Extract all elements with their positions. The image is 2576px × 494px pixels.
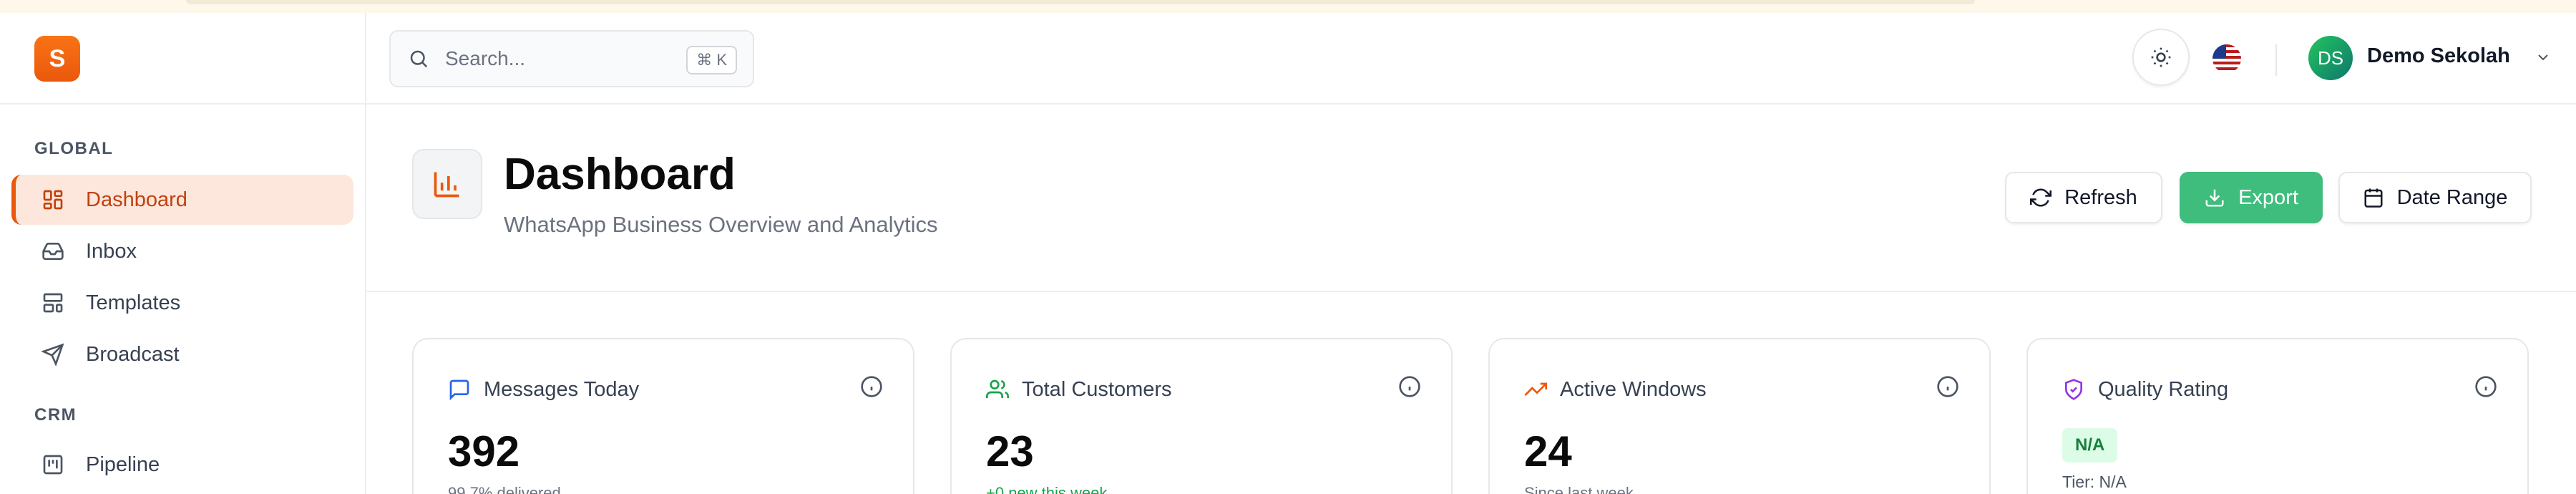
sidebar-section-global: GLOBAL: [34, 139, 114, 158]
dashboard-icon: [40, 187, 66, 213]
chevron-down-icon[interactable]: [2534, 49, 2552, 69]
bar-chart-icon: [412, 149, 482, 219]
refresh-label: Refresh: [2064, 185, 2137, 209]
top-bar: Search... ⌘ K DS Demo Sekolah: [366, 13, 2576, 105]
sidebar-item-inbox[interactable]: Inbox: [11, 226, 353, 276]
sidebar-item-templates[interactable]: Templates: [11, 278, 353, 328]
card-subtext: +0 new this week: [986, 484, 1108, 494]
info-icon[interactable]: [2474, 375, 2497, 402]
trending-up-icon: [1524, 378, 1547, 401]
sidebar-item-label: Dashboard: [86, 188, 187, 211]
sidebar-item-label: Templates: [86, 291, 181, 314]
sidebar-item-dashboard[interactable]: Dashboard: [11, 175, 353, 225]
status-badge: N/A: [2062, 428, 2118, 462]
tier-label: Tier: N/A: [2062, 473, 2127, 491]
announcement-strip: [0, 0, 2576, 13]
export-button[interactable]: Export: [2180, 172, 2323, 223]
export-label: Export: [2238, 185, 2298, 209]
stat-card-quality-rating: Quality Rating N/A Tier: N/A: [2026, 338, 2529, 494]
page-header: Dashboard WhatsApp Business Overview and…: [366, 105, 2576, 292]
stat-card-active-windows: Active Windows 24 Since last week: [1488, 338, 1991, 494]
card-title: Messages Today: [484, 378, 640, 401]
us-flag-icon[interactable]: [2212, 44, 2241, 73]
sidebar-section-crm: CRM: [34, 405, 77, 425]
users-icon: [986, 378, 1009, 401]
sidebar-logo-row: S: [0, 13, 365, 105]
stat-card-total-customers: Total Customers 23 +0 new this week: [950, 338, 1453, 494]
card-title: Active Windows: [1560, 378, 1707, 401]
theme-toggle-button[interactable]: [2132, 29, 2190, 86]
sidebar: S GLOBAL Dashboard Inbox Templates Broad…: [0, 13, 366, 494]
user-name[interactable]: Demo Sekolah: [2367, 44, 2510, 68]
search-shortcut-badge: ⌘ K: [686, 46, 737, 74]
app-logo[interactable]: S: [34, 36, 80, 82]
shield-check-icon: [2062, 378, 2085, 401]
card-title: Total Customers: [1022, 378, 1172, 401]
date-range-button[interactable]: Date Range: [2338, 172, 2532, 223]
card-value: 392: [448, 427, 520, 475]
card-value: 23: [986, 427, 1034, 475]
refresh-icon: [2030, 187, 2052, 208]
sidebar-item-pipeline[interactable]: Pipeline: [11, 440, 353, 490]
date-range-label: Date Range: [2396, 185, 2508, 209]
send-icon: [40, 342, 66, 367]
card-title: Quality Rating: [2098, 378, 2229, 401]
search-icon: [408, 48, 429, 69]
header-divider: [2275, 44, 2277, 76]
page-title: Dashboard: [504, 150, 736, 199]
sidebar-item-label: Inbox: [86, 239, 137, 263]
sidebar-item-label: Pipeline: [86, 452, 160, 476]
kanban-icon: [40, 452, 66, 478]
sidebar-item-broadcast[interactable]: Broadcast: [11, 329, 353, 379]
page-subtitle: WhatsApp Business Overview and Analytics: [504, 212, 938, 237]
sun-icon: [2150, 46, 2172, 69]
info-icon[interactable]: [1936, 375, 1959, 402]
info-icon[interactable]: [860, 375, 883, 402]
inbox-icon: [40, 238, 66, 264]
card-subtext: Since last week: [1524, 484, 1634, 494]
avatar[interactable]: DS: [2308, 36, 2353, 80]
search-placeholder: Search...: [445, 47, 526, 69]
calendar-icon: [2363, 187, 2384, 208]
card-subtext: 99.7% delivered: [448, 484, 561, 494]
sidebar-item-label: Broadcast: [86, 342, 180, 366]
info-icon[interactable]: [1398, 375, 1421, 402]
templates-icon: [40, 290, 66, 316]
refresh-button[interactable]: Refresh: [2005, 172, 2162, 223]
stat-card-messages-today: Messages Today 392 99.7% delivered: [412, 338, 914, 494]
message-square-icon: [448, 378, 471, 401]
card-value: 24: [1524, 427, 1572, 475]
search-input[interactable]: Search... ⌘ K: [389, 30, 754, 87]
download-icon: [2204, 187, 2225, 208]
